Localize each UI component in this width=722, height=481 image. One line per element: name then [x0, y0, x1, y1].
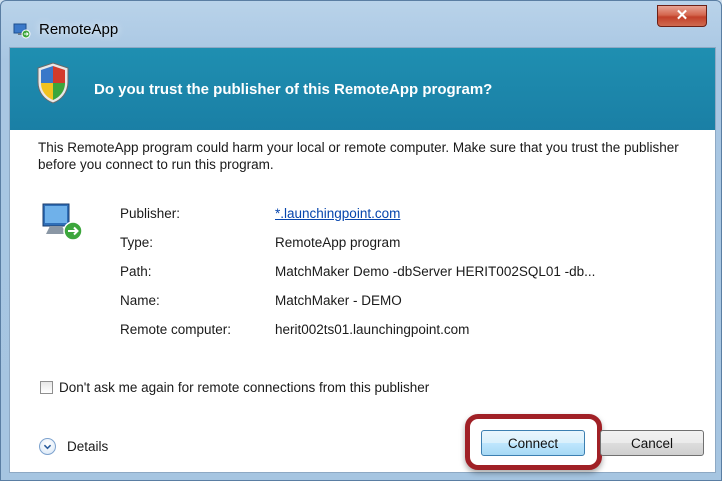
connect-button[interactable]: Connect	[481, 430, 585, 456]
publisher-link[interactable]: *.launchingpoint.com	[275, 206, 400, 221]
window-title: RemoteApp	[39, 21, 119, 38]
warning-banner: Do you trust the publisher of this Remot…	[10, 48, 715, 130]
security-shield-icon	[37, 62, 69, 104]
chevron-down-icon	[39, 438, 56, 455]
path-label: Path:	[120, 264, 152, 279]
type-label: Type:	[120, 235, 154, 250]
details-button[interactable]: Details	[39, 437, 149, 461]
remote-computer-icon	[42, 203, 83, 241]
name-label: Name:	[120, 293, 160, 308]
close-icon: ✕	[675, 7, 689, 24]
cancel-button[interactable]: Cancel	[600, 430, 704, 456]
remote-computer-value: herit002ts01.launchingpoint.com	[275, 322, 470, 337]
remote-computer-label: Remote computer:	[120, 322, 232, 337]
dont-ask-again-label[interactable]: Don't ask me again for remote connection…	[59, 380, 429, 395]
name-value: MatchMaker - DEMO	[275, 293, 402, 308]
dialog-content: Do you trust the publisher of this Remot…	[9, 47, 716, 473]
warning-message: This RemoteApp program could harm your l…	[38, 140, 679, 172]
remoteapp-dialog: RemoteApp ✕ Do you trust the publisher o…	[0, 0, 722, 481]
type-value: RemoteApp program	[275, 235, 401, 250]
title-bar[interactable]: RemoteApp ✕	[1, 1, 721, 45]
remoteapp-icon	[13, 23, 31, 39]
details-label: Details	[67, 439, 109, 454]
close-button[interactable]: ✕	[657, 5, 707, 27]
dont-ask-again-checkbox[interactable]	[40, 381, 53, 394]
path-value: MatchMaker Demo -dbServer HERIT002SQL01 …	[275, 264, 596, 279]
banner-heading: Do you trust the publisher of this Remot…	[94, 81, 493, 98]
publisher-label: Publisher:	[120, 206, 181, 221]
